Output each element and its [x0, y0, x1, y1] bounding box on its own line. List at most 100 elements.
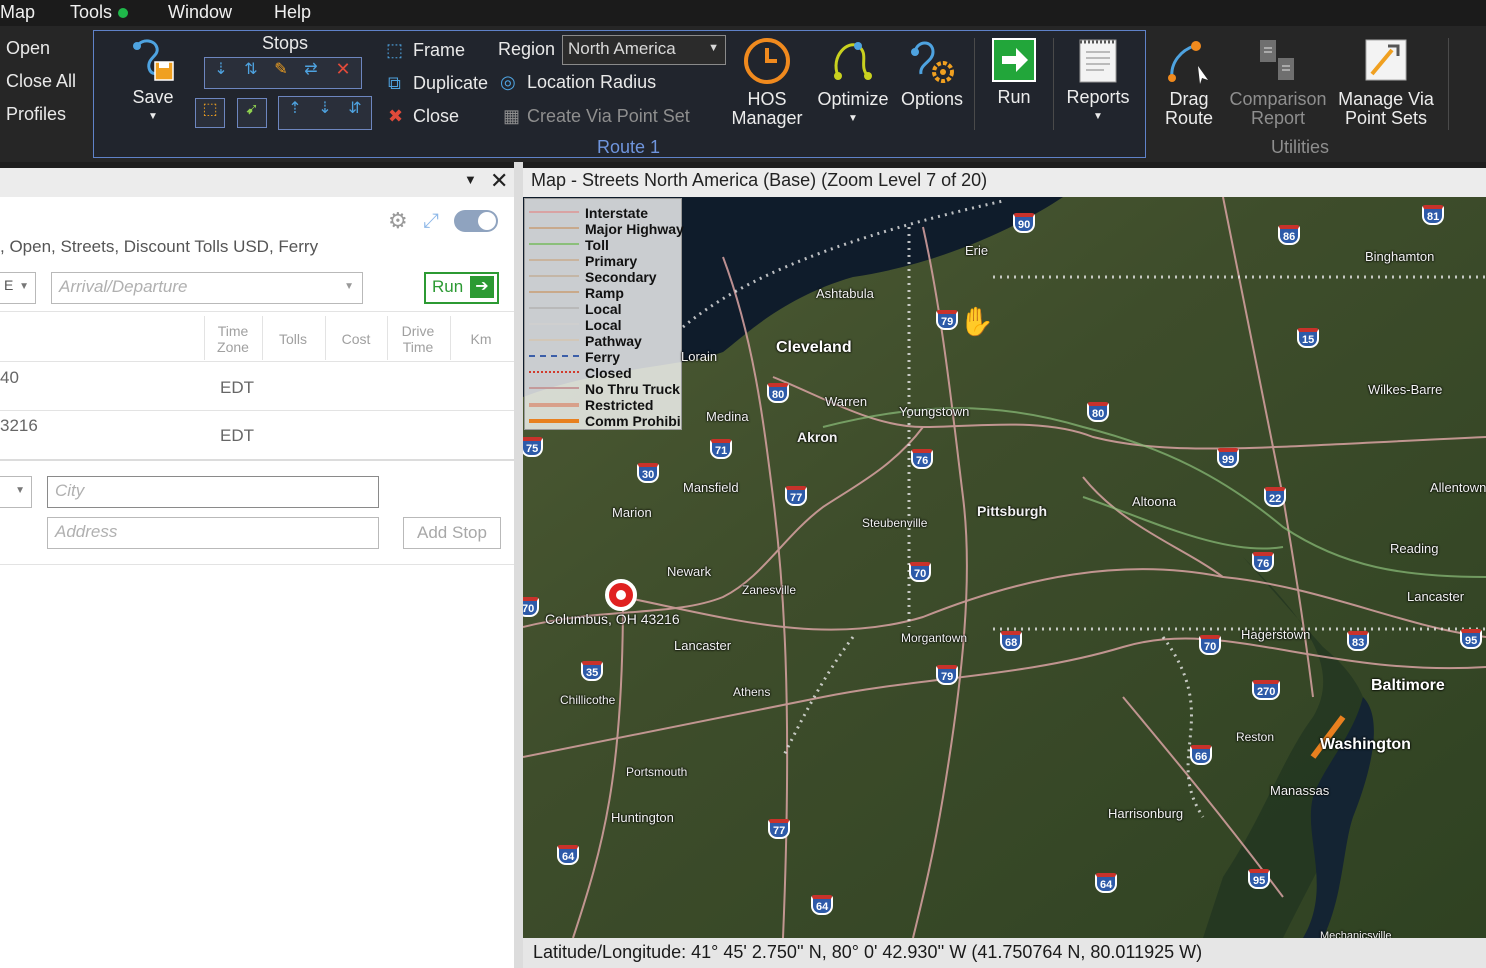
- comparison-label-1: Comparison: [1229, 89, 1327, 109]
- open-button[interactable]: Open: [6, 38, 50, 59]
- close-icon[interactable]: ✕: [490, 168, 508, 194]
- map-city-label: Warren: [825, 394, 868, 409]
- menu-window[interactable]: Window: [168, 2, 232, 23]
- save-button[interactable]: Save ▼: [126, 36, 180, 126]
- interstate-shield-icon: 66: [1190, 745, 1213, 765]
- map-city-label: Washington: [1320, 736, 1411, 753]
- close-all-button[interactable]: Close All: [6, 71, 76, 92]
- edit-stop-icon[interactable]: ✎: [267, 59, 295, 87]
- map-city-label: Manassas: [1270, 783, 1330, 798]
- legend-swatch: [529, 243, 579, 245]
- interstate-shield-icon: 77: [768, 819, 791, 839]
- interstate-shield-icon: 71: [710, 439, 733, 459]
- legend-swatch: [529, 355, 579, 357]
- divider: [0, 459, 514, 461]
- map-city-label: Wilkes-Barre: [1368, 382, 1443, 397]
- gear-icon[interactable]: ⚙: [388, 208, 408, 234]
- save-dropdown-arrow-icon: ▼: [148, 111, 158, 122]
- options-button[interactable]: Options: [898, 36, 966, 109]
- map-city-label: Hagerstown: [1241, 627, 1311, 642]
- pointer-add-icon[interactable]: ➹: [237, 98, 267, 128]
- run-label: Run: [997, 87, 1031, 107]
- legend-label: Local: [585, 301, 622, 317]
- toggle-switch[interactable]: [454, 210, 498, 232]
- clear-stop-icon[interactable]: ⇄: [297, 59, 325, 87]
- map-city-label: Lancaster: [674, 638, 732, 653]
- map-city-label: Athens: [733, 685, 771, 699]
- save-icon: [133, 39, 174, 81]
- route-shield-icon: 30: [637, 463, 660, 483]
- expand-icon[interactable]: ⤢: [423, 210, 439, 233]
- hos-label-1: HOS: [747, 89, 787, 109]
- map-city-label: Chillicothe: [560, 693, 616, 707]
- drag-route-label-1: Drag: [1169, 89, 1209, 109]
- chevron-down-icon: ▼: [344, 281, 354, 292]
- zone-cell: EDT: [220, 426, 254, 445]
- add-stop-button[interactable]: Add Stop: [403, 517, 501, 549]
- menu-tools[interactable]: Tools: [70, 2, 129, 23]
- legend-label: Pathway: [585, 333, 642, 349]
- panel-menu-icon[interactable]: ▼: [464, 172, 477, 187]
- run-button[interactable]: Run: [986, 36, 1042, 107]
- map-city-label: Mechanicsville: [1320, 930, 1392, 938]
- interstate-shield-icon: 80: [767, 383, 790, 403]
- utilities-group-label: Utilities: [1271, 137, 1330, 157]
- interstate-shield-icon: 80: [1087, 402, 1110, 422]
- hos-manager-button[interactable]: HOS Manager: [728, 36, 806, 128]
- interstate-shield-icon: 64: [557, 845, 580, 865]
- optimize-button[interactable]: Optimize ▼: [816, 36, 890, 128]
- create-via-button[interactable]: Create Via Point Set: [527, 106, 690, 127]
- stop-type-select[interactable]: ▼: [0, 476, 32, 508]
- frame-stop-icon[interactable]: ⬚: [195, 98, 225, 128]
- delete-stop-icon[interactable]: ✕: [329, 59, 357, 87]
- add-stop-icon[interactable]: ⇣: [207, 59, 235, 87]
- menu-map[interactable]: Map: [0, 2, 35, 23]
- run-arrow-icon: ➔: [470, 276, 494, 298]
- legend-swatch: [529, 211, 579, 213]
- stop-cell: 40: [0, 368, 19, 387]
- col-divider: [262, 316, 263, 360]
- frame-button[interactable]: Frame: [413, 40, 465, 61]
- comparison-report-button[interactable]: Comparison Report: [1226, 36, 1330, 128]
- route-type-select[interactable]: E ▼: [0, 272, 36, 304]
- frame-icon: ⬚: [386, 40, 404, 60]
- col-divider: [204, 316, 205, 360]
- manage-via-point-sets-button[interactable]: Manage Via Point Sets: [1334, 36, 1438, 128]
- panel-splitter[interactable]: [514, 162, 523, 968]
- reverse-icon[interactable]: ⇵: [340, 98, 370, 128]
- arrival-departure-select[interactable]: Arrival/Departure ▼: [51, 272, 363, 304]
- interstate-shield-icon: 64: [811, 895, 834, 915]
- route-group-label: Route 1: [597, 137, 661, 157]
- legend-swatch: [529, 275, 579, 277]
- move-up-icon[interactable]: ⇡: [280, 98, 310, 128]
- drag-route-button[interactable]: Drag Route: [1158, 36, 1220, 128]
- hand-cursor-icon: ✋: [959, 306, 994, 337]
- address-input[interactable]: Address: [47, 517, 379, 549]
- panel-run-button[interactable]: Run ➔: [424, 272, 499, 304]
- menu-help[interactable]: Help: [274, 2, 311, 23]
- close-route-button[interactable]: Close: [413, 106, 459, 127]
- options-label: Options: [900, 89, 964, 109]
- reports-button[interactable]: Reports ▼: [1064, 36, 1132, 126]
- region-select[interactable]: North America ▼: [562, 35, 726, 65]
- map-view[interactable]: Interstate Major Highway Toll Primary Se…: [523, 197, 1486, 938]
- route-type-value: E: [4, 277, 14, 293]
- panel-run-label: Run: [432, 277, 464, 296]
- map-city-label: Pittsburgh: [977, 503, 1047, 519]
- duplicate-button[interactable]: Duplicate: [413, 73, 488, 94]
- insert-stop-icon[interactable]: ⇅: [237, 59, 265, 87]
- interstate-shield-icon: 81: [1422, 205, 1445, 225]
- map-city-label: Reading: [1390, 541, 1439, 556]
- move-down-icon[interactable]: ⇣: [310, 98, 340, 128]
- reports-icon: [1079, 39, 1117, 83]
- legend-swatch: [529, 339, 579, 341]
- location-radius-button[interactable]: Location Radius: [527, 72, 656, 93]
- city-input[interactable]: City: [47, 476, 379, 508]
- divider: [0, 361, 514, 362]
- map-title: Map - Streets North America (Base) (Zoom…: [523, 168, 1486, 197]
- map-city-label: Portsmouth: [626, 765, 688, 779]
- profiles-button[interactable]: Profiles: [6, 104, 66, 125]
- reports-label: Reports: [1066, 87, 1130, 107]
- map-legend: Interstate Major Highway Toll Primary Se…: [524, 198, 684, 430]
- map-city-label: Cleveland: [776, 339, 852, 356]
